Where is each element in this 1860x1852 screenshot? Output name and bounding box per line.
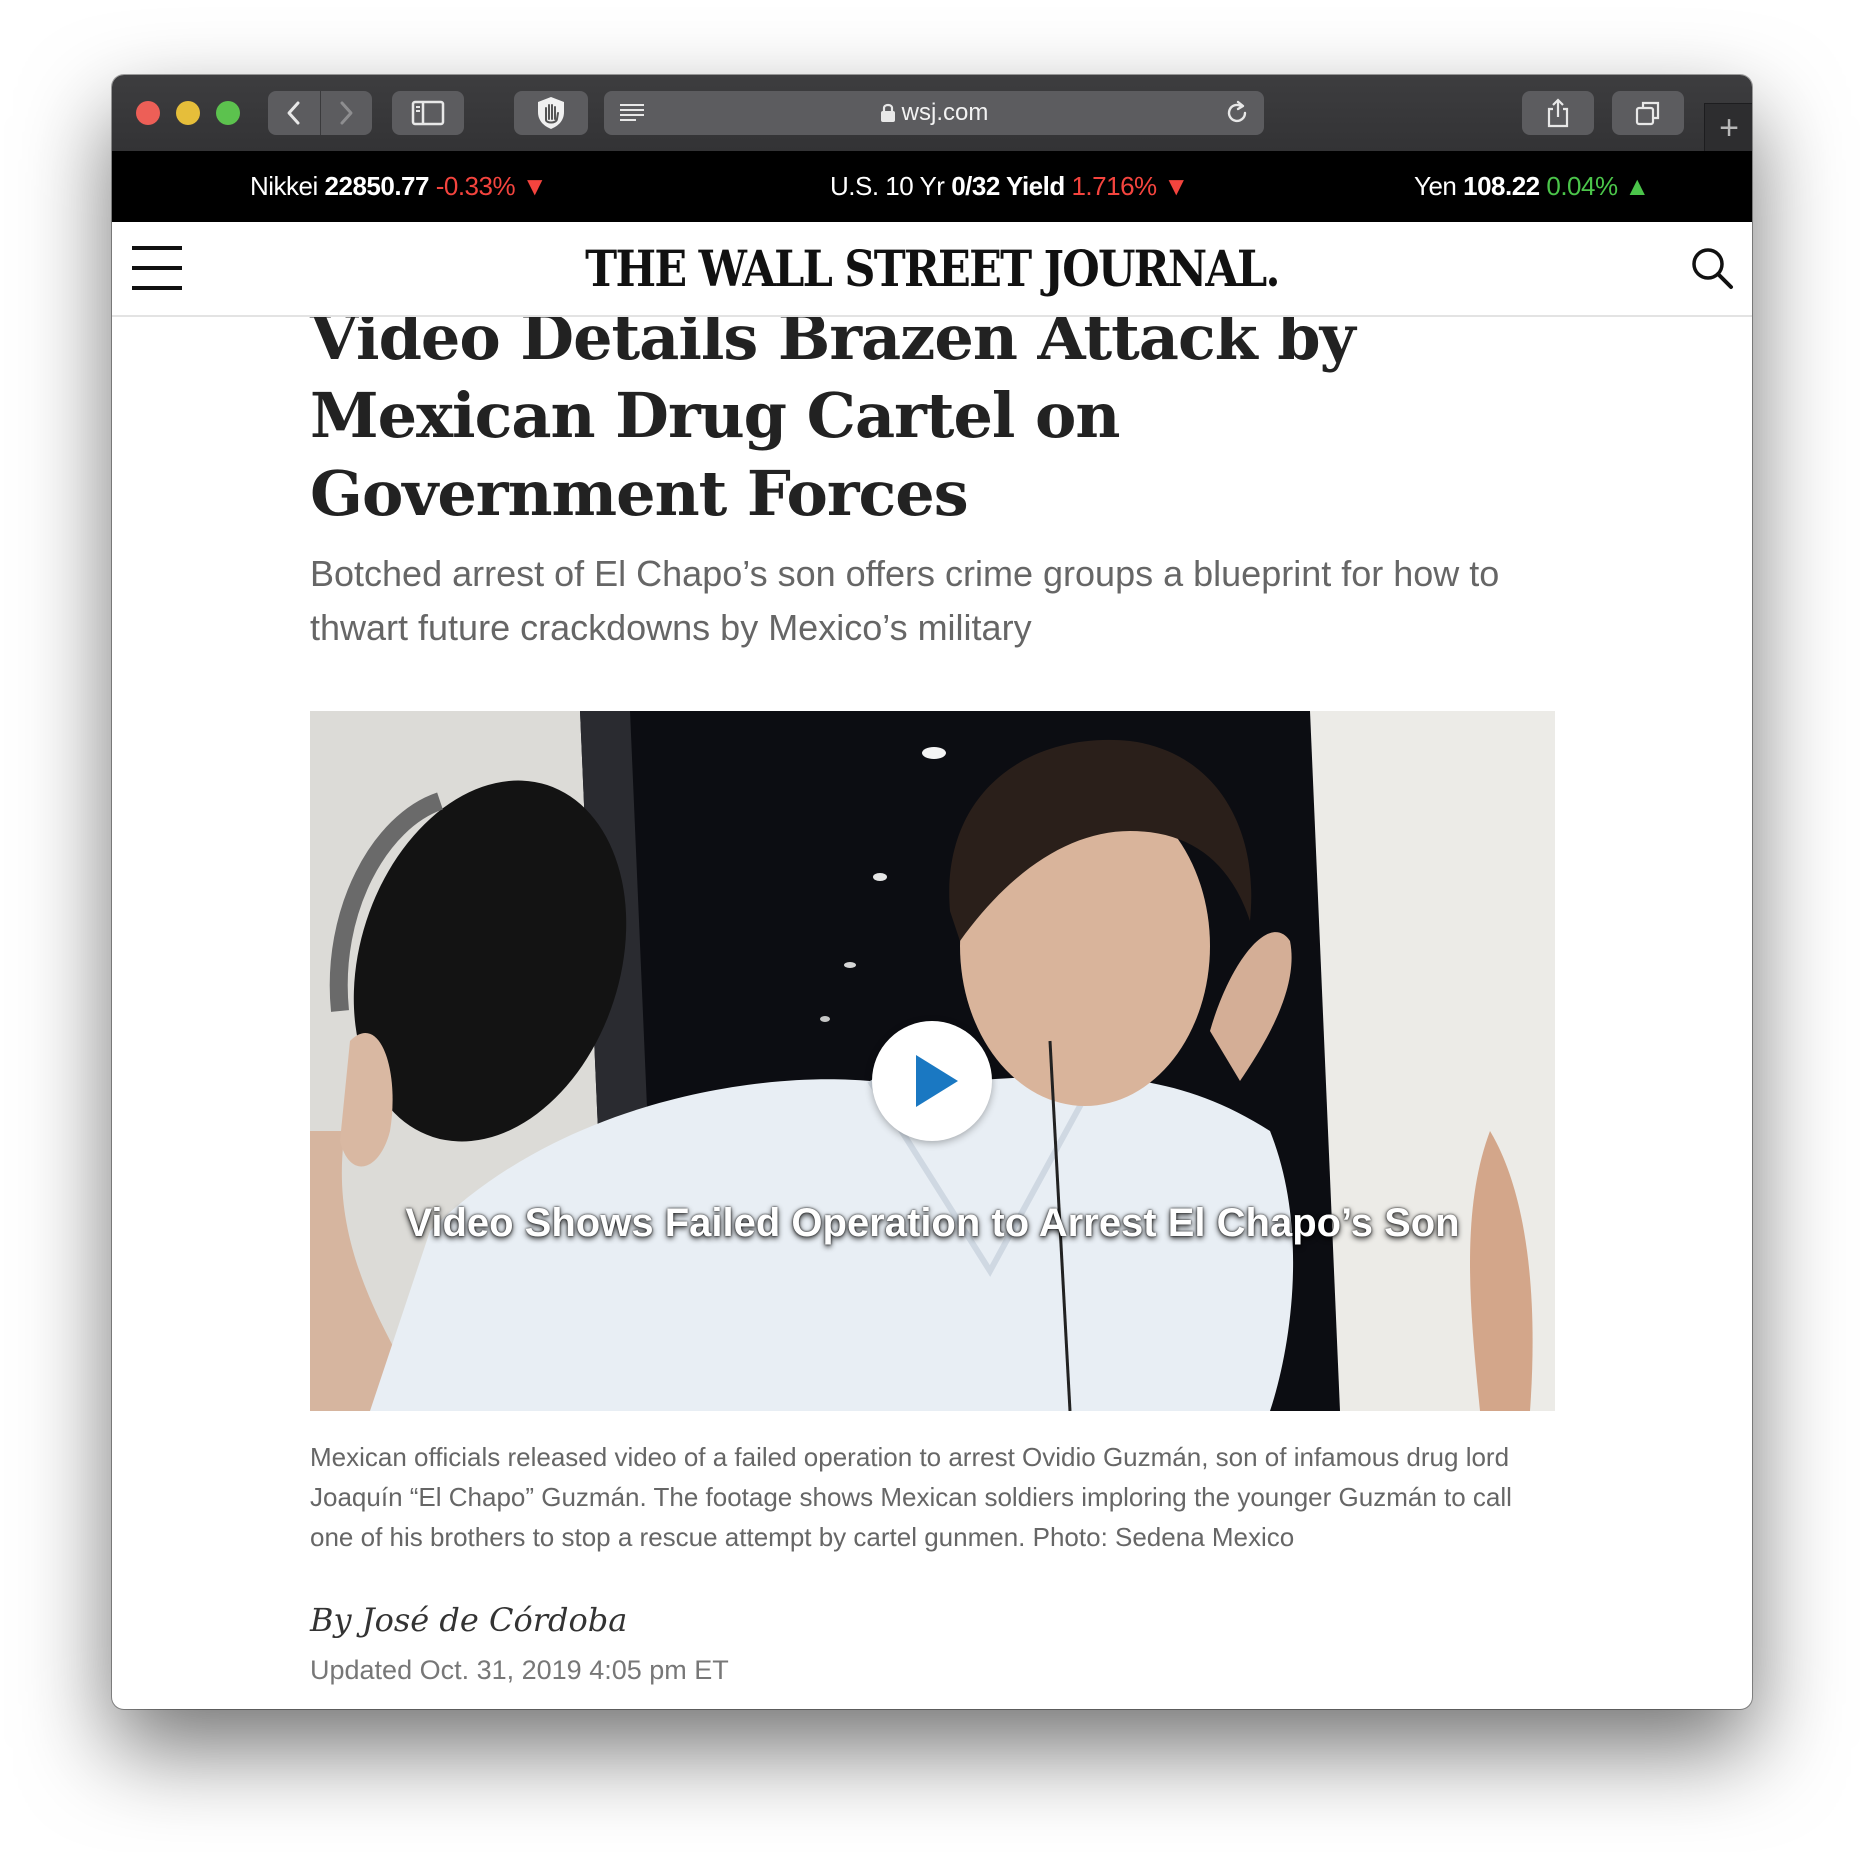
hamburger-menu-icon[interactable] bbox=[132, 246, 182, 290]
ticker-item-us-10yr[interactable]: U.S. 10 Yr 0/32 Yield 1.716% ▼ bbox=[830, 171, 1189, 202]
share-button[interactable] bbox=[1522, 91, 1594, 135]
article-content: Video Details Brazen Attack by Mexican D… bbox=[112, 317, 1752, 1709]
browser-toolbar: wsj.com + bbox=[112, 75, 1752, 152]
show-tabs-button[interactable] bbox=[1612, 91, 1684, 135]
play-icon bbox=[916, 1055, 958, 1107]
video-player[interactable]: Video Shows Failed Operation to Arrest E… bbox=[310, 711, 1555, 1411]
ticker-value: 0/32 Yield bbox=[951, 171, 1065, 201]
chevron-left-icon bbox=[287, 101, 300, 125]
browser-window: wsj.com + Nikkei 22850.77 -0.33% ▼ U.S. … bbox=[112, 75, 1752, 1709]
video-caption: Mexican officials released video of a fa… bbox=[310, 1442, 1512, 1552]
ticker-name: Yen bbox=[1414, 171, 1457, 201]
article-headline: Video Details Brazen Attack by Mexican D… bbox=[310, 317, 1356, 530]
article-timestamp: Updated Oct. 31, 2019 4:05 pm ET bbox=[310, 1655, 729, 1685]
play-button[interactable] bbox=[872, 1021, 992, 1141]
ticker-value: 108.22 bbox=[1463, 171, 1540, 201]
hand-shield-icon bbox=[538, 97, 564, 129]
sidebar-icon bbox=[411, 100, 445, 126]
reload-icon[interactable] bbox=[1224, 100, 1250, 126]
zoom-window-button[interactable] bbox=[216, 101, 240, 125]
ticker-item-nikkei[interactable]: Nikkei 22850.77 -0.33% ▼ bbox=[250, 171, 548, 202]
address-bar[interactable]: wsj.com bbox=[604, 91, 1264, 135]
lock-icon bbox=[880, 103, 895, 122]
ticker-change: 1.716% bbox=[1071, 171, 1157, 201]
share-icon bbox=[1547, 98, 1569, 128]
forward-button[interactable] bbox=[319, 91, 373, 135]
tabs-overview-icon bbox=[1635, 101, 1660, 126]
market-ticker: Nikkei 22850.77 -0.33% ▼ U.S. 10 Yr 0/32… bbox=[112, 151, 1752, 222]
plus-icon: + bbox=[1719, 108, 1739, 147]
article-dek: Botched arrest of El Chapo’s son offers … bbox=[310, 553, 1500, 648]
back-button[interactable] bbox=[268, 91, 320, 135]
search-icon[interactable] bbox=[1690, 246, 1734, 290]
down-arrow-icon: ▼ bbox=[1163, 171, 1189, 201]
ticker-change: -0.33% bbox=[435, 171, 516, 201]
reader-view-icon[interactable] bbox=[618, 102, 646, 124]
up-arrow-icon: ▲ bbox=[1624, 171, 1650, 201]
ticker-value: 22850.77 bbox=[324, 171, 430, 201]
ticker-change: 0.04% bbox=[1546, 171, 1618, 201]
new-tab-button[interactable]: + bbox=[1704, 103, 1752, 152]
article-byline[interactable]: By José de Córdoba bbox=[310, 1601, 627, 1639]
minimize-window-button[interactable] bbox=[176, 101, 200, 125]
site-header: THE WALL STREET JOURNAL. bbox=[112, 222, 1752, 317]
wsj-logo[interactable]: THE WALL STREET JOURNAL. bbox=[227, 239, 1637, 298]
ticker-name: Nikkei bbox=[250, 171, 318, 201]
ticker-name: U.S. 10 Yr bbox=[830, 171, 945, 201]
url-text: wsj.com bbox=[901, 99, 989, 126]
ticker-item-yen[interactable]: Yen 108.22 0.04% ▲ bbox=[1414, 171, 1650, 202]
close-window-button[interactable] bbox=[136, 101, 160, 125]
chevron-right-icon bbox=[340, 101, 353, 125]
down-arrow-icon: ▼ bbox=[521, 171, 548, 201]
sidebar-button[interactable] bbox=[392, 91, 464, 135]
video-title: Video Shows Failed Operation to Arrest E… bbox=[405, 1201, 1460, 1245]
navigation-buttons bbox=[268, 91, 372, 135]
content-blocker-button[interactable] bbox=[514, 91, 588, 135]
